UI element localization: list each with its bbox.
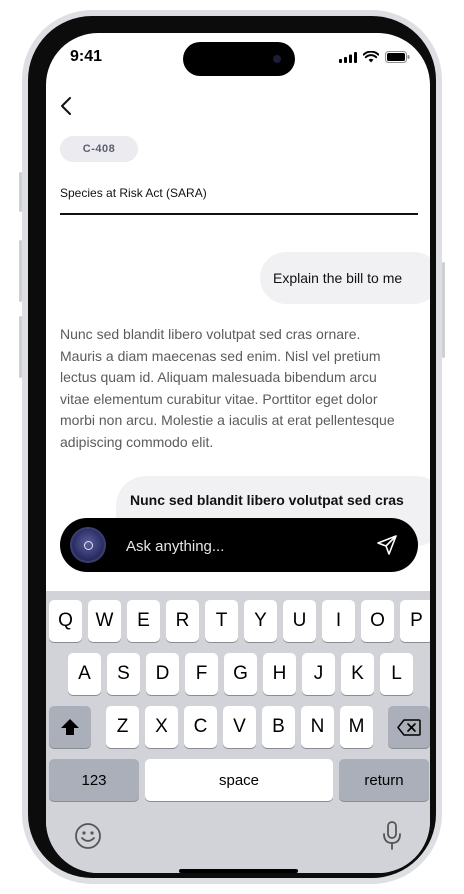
key-e[interactable]: E — [127, 600, 160, 642]
bill-code-badge: C-408 — [60, 136, 138, 162]
key-p[interactable]: P — [400, 600, 430, 642]
orb-dot — [84, 541, 93, 550]
keyboard-row-3: Z X C V B N M — [49, 706, 430, 748]
key-h[interactable]: H — [263, 653, 296, 695]
space-key[interactable]: space — [145, 759, 333, 801]
return-key[interactable]: return — [339, 759, 429, 801]
shift-arrow-icon — [61, 719, 79, 735]
keyboard: Q W E R T Y U I O P A S D F G H J K L Z … — [46, 591, 430, 873]
phone-bezel: 9:41 C-408 Species at Risk Act (SARA) Ex… — [28, 16, 436, 878]
signal-icon — [339, 51, 357, 63]
emoji-icon[interactable] — [74, 822, 102, 850]
user-message-text: Nunc sed blandit libero volutpat sed cra… — [130, 492, 404, 508]
power-button[interactable] — [442, 262, 445, 358]
chat-input-bar — [60, 518, 418, 572]
user-message-bubble: Explain the bill to me — [260, 252, 430, 304]
bill-title: Species at Risk Act (SARA) — [60, 186, 207, 200]
assistant-orb-icon[interactable] — [70, 527, 106, 563]
keyboard-row-2: A S D F G H J K L — [68, 653, 413, 695]
key-r[interactable]: R — [166, 600, 199, 642]
key-a[interactable]: A — [68, 653, 101, 695]
key-f[interactable]: F — [185, 653, 218, 695]
keyboard-row-4: 123 space return — [49, 759, 429, 801]
phone-frame: 9:41 C-408 Species at Risk Act (SARA) Ex… — [22, 10, 442, 884]
keyboard-row-1: Q W E R T Y U I O P — [49, 600, 430, 642]
status-icons — [339, 51, 410, 63]
key-j[interactable]: J — [302, 653, 335, 695]
backspace-icon — [397, 718, 421, 736]
key-w[interactable]: W — [88, 600, 121, 642]
key-n[interactable]: N — [301, 706, 334, 748]
key-s[interactable]: S — [107, 653, 140, 695]
assistant-message-text: Nunc sed blandit libero volutpat sed cra… — [60, 326, 395, 450]
key-c[interactable]: C — [184, 706, 217, 748]
key-t[interactable]: T — [205, 600, 238, 642]
send-icon[interactable] — [376, 534, 398, 556]
shift-key[interactable] — [49, 706, 91, 748]
camera-icon — [273, 55, 281, 63]
screen: 9:41 C-408 Species at Risk Act (SARA) Ex… — [46, 33, 430, 873]
key-g[interactable]: G — [224, 653, 257, 695]
key-o[interactable]: O — [361, 600, 394, 642]
key-k[interactable]: K — [341, 653, 374, 695]
ask-input[interactable] — [124, 530, 368, 562]
back-chevron-icon[interactable] — [56, 95, 78, 117]
delete-key[interactable] — [388, 706, 430, 748]
key-d[interactable]: D — [146, 653, 179, 695]
key-u[interactable]: U — [283, 600, 316, 642]
title-divider — [60, 213, 418, 215]
key-x[interactable]: X — [145, 706, 178, 748]
numbers-key[interactable]: 123 — [49, 759, 139, 801]
battery-icon — [385, 51, 410, 63]
microphone-icon[interactable] — [382, 821, 402, 851]
key-b[interactable]: B — [262, 706, 295, 748]
key-v[interactable]: V — [223, 706, 256, 748]
key-z[interactable]: Z — [106, 706, 139, 748]
key-m[interactable]: M — [340, 706, 373, 748]
key-y[interactable]: Y — [244, 600, 277, 642]
dynamic-island — [183, 42, 295, 76]
key-q[interactable]: Q — [49, 600, 82, 642]
user-message-text: Explain the bill to me — [273, 270, 403, 286]
keyboard-accessory-row — [46, 799, 430, 873]
wifi-icon — [363, 51, 379, 63]
status-time: 9:41 — [70, 48, 103, 65]
key-l[interactable]: L — [380, 653, 413, 695]
home-indicator[interactable] — [179, 869, 298, 873]
key-i[interactable]: I — [322, 600, 355, 642]
